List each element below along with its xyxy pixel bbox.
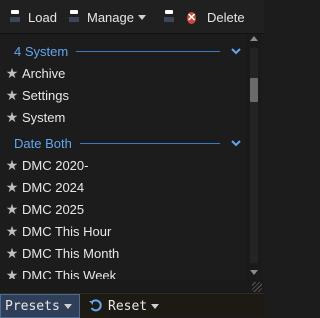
list-item[interactable]: ★ DMC 2020-: [0, 154, 244, 176]
star-icon[interactable]: ★: [4, 267, 20, 280]
star-icon[interactable]: ★: [4, 223, 20, 240]
list-item[interactable]: ★ System: [0, 106, 244, 128]
divider: [76, 50, 220, 52]
toolbar: Load Manage ✕ Delete: [0, 0, 264, 34]
list-item[interactable]: ★ DMC This Week: [0, 264, 244, 280]
star-icon[interactable]: ★: [4, 65, 20, 82]
list-item-label: DMC This Week: [22, 267, 117, 280]
group-header-date-both[interactable]: Date Both: [14, 134, 242, 152]
vertical-scrollbar[interactable]: [246, 34, 262, 279]
delete-label: Delete: [207, 9, 245, 25]
list-item-label: DMC 2025: [22, 201, 85, 217]
chevron-down-icon: [151, 303, 160, 309]
list-item-label: DMC This Hour: [22, 223, 112, 239]
footer: Presets Reset: [0, 293, 264, 318]
star-icon[interactable]: ★: [4, 179, 20, 196]
list-item-label: Settings: [22, 87, 69, 103]
chevron-down-icon[interactable]: [230, 137, 242, 149]
star-icon[interactable]: ★: [4, 157, 20, 174]
scroll-down-icon[interactable]: [250, 270, 258, 275]
chevron-down-icon: [63, 303, 72, 309]
group-header-4-system[interactable]: 4 System: [14, 42, 242, 60]
list-item-label: DMC 2024: [22, 179, 85, 195]
save-button[interactable]: [162, 8, 182, 26]
list-item-label: System: [22, 109, 66, 125]
list-item[interactable]: ★ Settings: [0, 84, 244, 106]
preset-list: 4 System ★ Archive ★ Settings ★ System D…: [0, 34, 264, 279]
list-item-label: DMC 2020-: [22, 157, 89, 173]
star-icon[interactable]: ★: [4, 245, 20, 262]
reset-label: Reset: [108, 298, 148, 314]
manage-label: Manage: [87, 9, 134, 25]
load-label: Load: [28, 9, 57, 25]
delete-button[interactable]: ✕ Delete: [187, 8, 245, 26]
floppy-disk-icon: [8, 9, 24, 25]
star-icon[interactable]: ★: [4, 109, 20, 126]
manage-button[interactable]: Manage: [67, 8, 146, 26]
reset-icon: [88, 298, 104, 314]
load-button[interactable]: Load: [8, 8, 57, 26]
presets-label: Presets: [5, 298, 60, 314]
delete-x-icon: ✕: [187, 12, 197, 24]
star-icon[interactable]: ★: [4, 201, 20, 218]
list-item[interactable]: ★ DMC This Month: [0, 242, 244, 264]
group-title: Date Both: [14, 135, 72, 151]
presets-dropdown[interactable]: Presets: [0, 294, 80, 318]
list-item-label: DMC This Month: [22, 245, 120, 261]
list-item[interactable]: ★ DMC 2025: [0, 198, 244, 220]
chevron-down-icon: [137, 14, 146, 20]
reset-button[interactable]: Reset: [88, 297, 160, 315]
floppy-disk-icon: [162, 9, 178, 25]
scroll-thumb[interactable]: [250, 78, 258, 102]
group-title: 4 System: [14, 43, 69, 59]
chevron-down-icon[interactable]: [230, 45, 242, 57]
divider: [79, 142, 220, 144]
list-item[interactable]: ★ DMC 2024: [0, 176, 244, 198]
resize-grip-icon[interactable]: [252, 282, 262, 292]
list-item[interactable]: ★ DMC This Hour: [0, 220, 244, 242]
star-icon[interactable]: ★: [4, 87, 20, 104]
list-item-label: Archive: [22, 65, 66, 81]
list-item[interactable]: ★ Archive: [0, 62, 244, 84]
scroll-up-icon[interactable]: [250, 36, 258, 41]
floppy-disk-icon: [67, 9, 83, 25]
list-bottom-bar: [0, 279, 264, 293]
